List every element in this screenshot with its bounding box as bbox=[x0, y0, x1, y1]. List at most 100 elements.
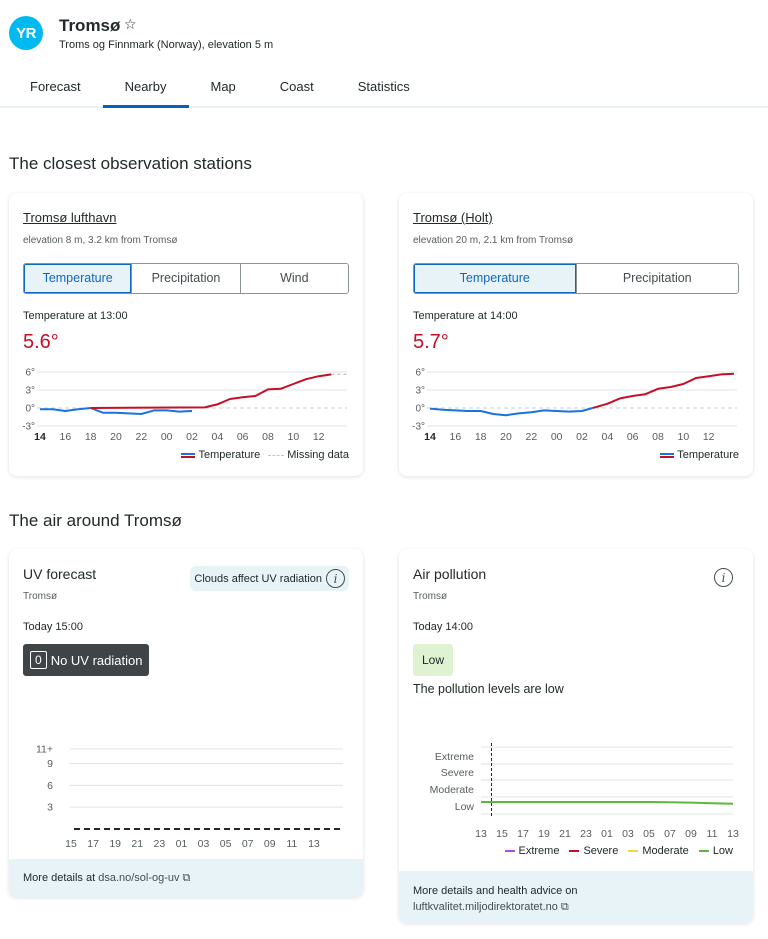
station-tabs: Temperature Precipitation bbox=[413, 263, 739, 294]
dsa-link[interactable]: dsa.no/sol-og-uv bbox=[98, 872, 179, 884]
tab-temperature[interactable]: Temperature bbox=[414, 264, 576, 293]
favorite-star-icon[interactable]: ☆ bbox=[124, 16, 137, 33]
legend-label: Low bbox=[712, 845, 733, 857]
location-title: Tromsø bbox=[59, 16, 121, 35]
x-tick-label: 21 bbox=[559, 828, 571, 839]
tab-wind[interactable]: Wind bbox=[239, 264, 348, 293]
low-pollution-line bbox=[481, 801, 734, 805]
x-tick-label: 14 bbox=[34, 431, 46, 443]
severe-swatch bbox=[569, 850, 580, 852]
clouds-info-button[interactable]: Clouds affect UV radiation i bbox=[190, 566, 349, 591]
low-swatch bbox=[698, 850, 709, 852]
x-tick-label: 00 bbox=[551, 431, 563, 443]
uv-location: Tromsø bbox=[23, 591, 58, 602]
x-tick-label: 03 bbox=[198, 838, 210, 849]
x-tick-label: 05 bbox=[220, 838, 232, 849]
tab-temperature[interactable]: Temperature bbox=[24, 264, 132, 293]
temperature-time-label: Temperature at 14:00 bbox=[413, 310, 518, 322]
external-link-icon[interactable]: ⧉ bbox=[183, 872, 191, 884]
info-icon[interactable]: i bbox=[714, 568, 733, 587]
extreme-swatch bbox=[504, 850, 515, 852]
x-tick-label: 13 bbox=[475, 828, 487, 839]
temperature-line-above-zero bbox=[90, 373, 332, 409]
y-tick-label: 3° bbox=[25, 386, 35, 397]
tab-forecast[interactable]: Forecast bbox=[8, 70, 103, 108]
air-pollution-card: Air pollution i Tromsø Today 14:00 Low T… bbox=[399, 549, 753, 923]
y-tick-label: 11+ bbox=[36, 744, 53, 756]
tab-nearby[interactable]: Nearby bbox=[102, 70, 189, 108]
x-tick-label: 15 bbox=[65, 838, 77, 849]
chart-legend: Temperature bbox=[660, 449, 739, 461]
x-tick-label: 12 bbox=[313, 431, 325, 443]
x-tick-label: 04 bbox=[211, 431, 223, 443]
y-tick-label: -3° bbox=[412, 422, 425, 433]
x-tick-label: 13 bbox=[727, 828, 739, 839]
tab-precipitation[interactable]: Precipitation bbox=[131, 264, 240, 293]
uv-forecast-card: UV forecast Clouds affect UV radiation i… bbox=[9, 549, 363, 897]
y-tick-label: 6° bbox=[25, 368, 35, 379]
x-tick-label: 20 bbox=[500, 431, 512, 443]
legend-label: Missing data bbox=[287, 449, 349, 461]
legend-temperature: Temperature bbox=[660, 449, 739, 461]
uv-index-value: 0 bbox=[30, 651, 47, 669]
x-tick-label: 14 bbox=[424, 431, 436, 443]
x-tick-label: 11 bbox=[286, 838, 297, 849]
legend-label: Severe bbox=[583, 845, 619, 857]
station-name-link[interactable]: Tromsø (Holt) bbox=[413, 210, 493, 225]
location-header: YR Tromsø ☆ Troms og Finnmark (Norway), … bbox=[0, 0, 768, 108]
x-tick-label: 12 bbox=[703, 431, 715, 443]
x-tick-label: 06 bbox=[627, 431, 639, 443]
footer-prefix: More details at bbox=[23, 872, 99, 884]
location-subtitle: Troms og Finnmark (Norway), elevation 5 … bbox=[59, 39, 274, 51]
pollution-description: The pollution levels are low bbox=[413, 682, 564, 696]
y-tick-label: Low bbox=[455, 801, 475, 813]
legend-label: Moderate bbox=[642, 845, 689, 857]
y-tick-label: Extreme bbox=[435, 751, 474, 763]
x-tick-label: 17 bbox=[517, 828, 529, 839]
chart-legend: Temperature Missing data bbox=[181, 449, 349, 461]
x-tick-label: 09 bbox=[685, 828, 697, 839]
x-tick-label: 07 bbox=[242, 838, 254, 849]
y-tick-label: 6° bbox=[415, 368, 425, 379]
temperature-line-above-zero bbox=[592, 372, 735, 409]
legend-temperature: Temperature bbox=[181, 449, 260, 461]
y-tick-label: 6 bbox=[47, 780, 53, 792]
x-tick-label: 11 bbox=[707, 828, 718, 839]
stations-section-title: The closest observation stations bbox=[9, 154, 252, 173]
x-tick-label: 22 bbox=[525, 431, 537, 443]
uv-chart: 11+ 9 6 3 15 17 19 21 23 01 03 05 07 09 11 13 bbox=[36, 744, 343, 849]
air-section-title: The air around Tromsø bbox=[9, 511, 182, 530]
tab-coast[interactable]: Coast bbox=[258, 70, 336, 108]
x-tick-label: 17 bbox=[87, 838, 99, 849]
x-tick-label: 10 bbox=[677, 431, 689, 443]
x-tick-label: 01 bbox=[176, 838, 188, 849]
x-tick-label: 23 bbox=[153, 838, 165, 849]
yr-logo[interactable]: YR bbox=[9, 16, 43, 50]
missing-swatch bbox=[268, 454, 285, 456]
temperature-value: 5.7° bbox=[413, 331, 449, 353]
station-name-link[interactable]: Tromsø lufthavn bbox=[23, 210, 116, 225]
y-tick-label: 3° bbox=[415, 386, 425, 397]
legend-missing: Missing data bbox=[268, 449, 349, 461]
y-tick-label: 0° bbox=[25, 404, 35, 415]
tab-statistics[interactable]: Statistics bbox=[336, 70, 432, 108]
temperature-swatch bbox=[660, 452, 675, 458]
x-tick-label: 05 bbox=[643, 828, 655, 839]
x-tick-label: 23 bbox=[580, 828, 592, 839]
x-tick-label: 13 bbox=[308, 838, 320, 849]
tab-precipitation[interactable]: Precipitation bbox=[575, 264, 738, 293]
station-subtitle: elevation 8 m, 3.2 km from Tromsø bbox=[23, 235, 178, 246]
legend-severe: Severe bbox=[569, 845, 618, 857]
tab-map[interactable]: Map bbox=[189, 70, 258, 108]
uv-time: Today 15:00 bbox=[23, 621, 83, 633]
x-tick-label: 16 bbox=[59, 431, 71, 443]
air-pollution-location: Tromsø bbox=[413, 591, 448, 602]
external-link-icon[interactable]: ⧉ bbox=[561, 901, 569, 913]
x-tick-label: 06 bbox=[237, 431, 249, 443]
y-tick-label: -3° bbox=[22, 422, 35, 433]
x-tick-label: 00 bbox=[161, 431, 173, 443]
x-tick-label: 02 bbox=[186, 431, 198, 443]
luftkvalitet-link[interactable]: luftkvalitet.miljodirektoratet.no bbox=[413, 901, 558, 913]
x-tick-label: 08 bbox=[262, 431, 274, 443]
x-tick-label: 03 bbox=[622, 828, 634, 839]
